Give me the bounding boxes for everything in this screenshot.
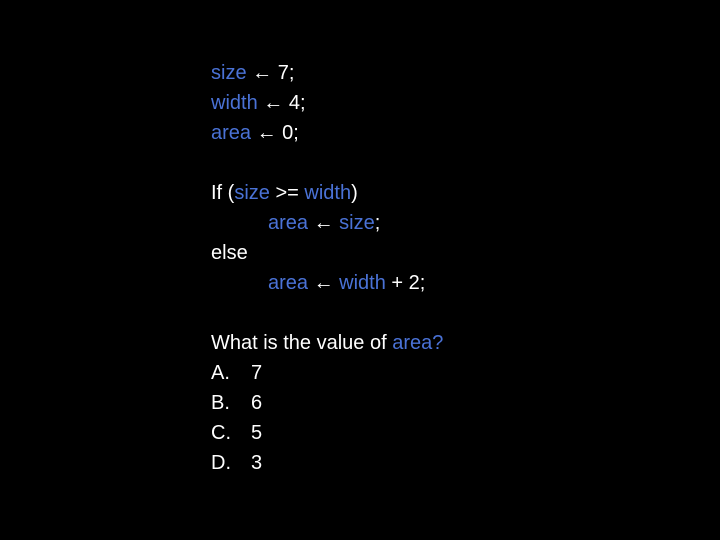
answer-option-b: B. 6	[211, 388, 443, 418]
var-size: size	[339, 212, 375, 234]
question-line: What is the value of area?	[211, 328, 443, 358]
option-letter: C.	[211, 422, 231, 444]
slide: size ← 7; width ← 4; area ← 0; If (size …	[0, 0, 720, 540]
assign-value: 0;	[276, 122, 299, 144]
assign-arrow: ←	[313, 212, 334, 234]
assign-value: 4;	[283, 92, 306, 114]
var-area: area	[268, 272, 309, 294]
answer-option-c: C. 5	[211, 418, 443, 448]
code-line-width-assign: width ← 4;	[211, 88, 443, 118]
slide-content: size ← 7; width ← 4; area ← 0; If (size …	[211, 58, 443, 478]
option-value: 5	[251, 422, 263, 444]
assign-value: 7;	[272, 62, 295, 84]
expression-rest: + 2;	[385, 272, 426, 294]
option-letter: D.	[211, 452, 231, 474]
var-width: width	[211, 92, 258, 114]
close-paren: )	[351, 182, 358, 204]
var-area: area	[268, 212, 309, 234]
answer-option-a: A. 7	[211, 358, 443, 388]
option-value: 3	[251, 452, 263, 474]
var-width: width	[304, 182, 352, 204]
assign-arrow: ←	[313, 272, 334, 294]
var-size: size	[211, 62, 247, 84]
semicolon: ;	[374, 212, 381, 234]
assign-arrow: ←	[263, 92, 284, 114]
var-size: size	[234, 182, 270, 204]
answer-option-d: D. 3	[211, 448, 443, 478]
if-keyword: If (	[211, 182, 235, 204]
option-value: 7	[251, 362, 263, 384]
code-line-else-body: area ← width + 2;	[211, 268, 443, 298]
assign-arrow: ←	[252, 62, 273, 84]
question-text: What is the value of	[211, 332, 393, 354]
option-value: 6	[251, 392, 263, 414]
code-line-else: else	[211, 238, 443, 268]
code-line-area-assign: area ← 0;	[211, 118, 443, 148]
var-width: width	[339, 272, 386, 294]
comparison-operator: >=	[269, 182, 305, 204]
assign-arrow: ←	[256, 122, 277, 144]
code-line-size-assign: size ← 7;	[211, 58, 443, 88]
var-area: area	[211, 122, 252, 144]
code-line-if: If (size >= width)	[211, 178, 443, 208]
option-letter: B.	[211, 392, 230, 414]
code-line-then: area ← size;	[211, 208, 443, 238]
else-keyword: else	[211, 242, 248, 264]
question-highlight: area?	[392, 332, 444, 354]
option-letter: A.	[211, 362, 230, 384]
